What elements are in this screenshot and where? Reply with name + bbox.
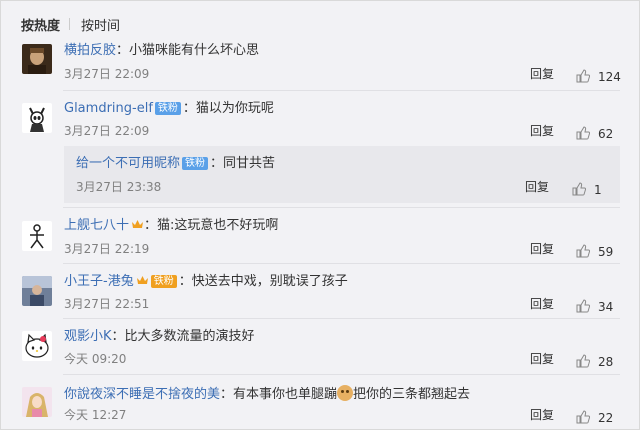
thumbs-up-icon — [576, 299, 590, 313]
like-count: 59 — [598, 245, 614, 259]
fan-badge[interactable]: 铁粉 — [154, 102, 181, 115]
hello-kitty-avatar[interactable] — [22, 331, 52, 361]
username-link[interactable]: 给一个不可用昵称 — [76, 156, 180, 171]
like-button[interactable]: 62 — [576, 123, 613, 142]
comment-list: 横拍反胶：小猫咪能有什么坏心思 3月27日 22:09 回复 124 Glamd… — [0, 0, 640, 430]
divider — [63, 263, 620, 264]
thumbs-up-icon — [576, 354, 590, 368]
sub-reply: 给一个不可用昵称 铁粉 ：同甘共苦 3月27日 23:38 回复 1 — [64, 146, 620, 203]
portrait-avatar[interactable] — [22, 44, 52, 74]
comment-text: 比大多数流量的演技好 — [124, 329, 255, 344]
username-link[interactable]: 横拍反胶 — [64, 43, 116, 58]
thumbs-up-icon — [576, 244, 590, 258]
divider — [63, 207, 620, 208]
comment-time: 3月27日 23:38 — [76, 180, 162, 194]
reply-button[interactable]: 回复 — [530, 297, 554, 311]
comment-text: 有本事你也单腿蹦 — [233, 387, 338, 402]
comment-text: 同甘共苦 — [223, 156, 276, 171]
reply-button[interactable]: 回复 — [530, 124, 554, 138]
fan-badge[interactable]: 铁粉 — [150, 275, 177, 288]
divider — [63, 374, 620, 375]
divider — [63, 90, 620, 91]
vip-crown-icon — [136, 276, 148, 284]
like-count: 34 — [598, 300, 614, 314]
comment-time: 今天 12:27 — [64, 408, 127, 422]
thumbs-up-icon — [576, 69, 590, 83]
comment-text: 猫:这玩意也不好玩啊 — [157, 218, 279, 233]
fan-badge[interactable]: 铁粉 — [182, 157, 209, 170]
like-button[interactable]: 34 — [576, 296, 613, 315]
divider — [63, 318, 620, 319]
username-link[interactable]: 观影小K — [64, 329, 112, 344]
comment-text: 小猫咪能有什么坏心思 — [129, 43, 260, 58]
stick-figure-avatar[interactable] — [22, 221, 52, 251]
comment-time: 3月27日 22:09 — [64, 124, 150, 138]
like-count: 1 — [594, 183, 602, 197]
reply-button[interactable]: 回复 — [530, 67, 554, 81]
like-button[interactable]: 124 — [576, 66, 621, 85]
comment-text: 猫以为你玩呢 — [195, 101, 274, 116]
knight-avatar[interactable] — [22, 103, 52, 133]
like-count: 62 — [598, 127, 614, 141]
like-count: 124 — [598, 70, 621, 84]
thumbs-up-icon — [576, 410, 590, 424]
photo-avatar[interactable] — [22, 276, 52, 306]
comment-time: 3月27日 22:51 — [64, 297, 150, 311]
reply-button[interactable]: 回复 — [530, 242, 554, 256]
comment-text: 把你的三条都翘起去 — [353, 387, 471, 402]
reply-button[interactable]: 回复 — [525, 180, 549, 194]
like-count: 28 — [598, 355, 614, 369]
comment-text: 快送去中戏，别耽误了孩子 — [191, 274, 348, 289]
comment-time: 3月27日 22:09 — [64, 67, 150, 81]
vip-crown-icon — [132, 220, 144, 228]
thumbs-up-icon — [576, 126, 590, 140]
comment-time: 今天 09:20 — [64, 352, 127, 366]
like-button[interactable]: 1 — [572, 179, 602, 198]
thumbs-up-icon — [572, 182, 586, 196]
like-count: 22 — [598, 411, 614, 425]
comment-time: 3月27日 22:19 — [64, 242, 150, 256]
username-link[interactable]: 你說夜深不睡是不捨夜的美 — [64, 387, 220, 402]
anime-avatar[interactable] — [22, 387, 52, 417]
reply-button[interactable]: 回复 — [530, 352, 554, 366]
emoji-icon — [337, 385, 354, 401]
username-link[interactable]: 上舰七八十 — [64, 218, 129, 233]
reply-button[interactable]: 回复 — [530, 408, 554, 422]
like-button[interactable]: 22 — [576, 407, 613, 426]
username-link[interactable]: Glamdring-elf — [64, 101, 153, 116]
like-button[interactable]: 59 — [576, 241, 613, 260]
username-link[interactable]: 小王子-港兔 — [64, 274, 134, 289]
like-button[interactable]: 28 — [576, 351, 613, 370]
